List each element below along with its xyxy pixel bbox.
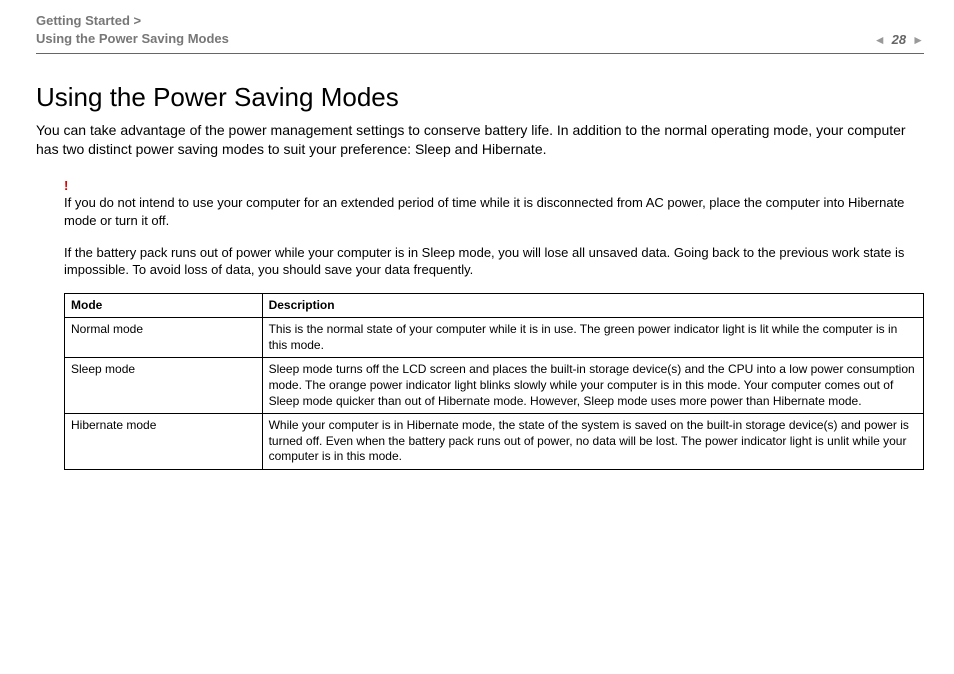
cell-description: Sleep mode turns off the LCD screen and …	[262, 358, 923, 414]
next-page-icon[interactable]: ►	[912, 33, 924, 47]
caution-note: ! If you do not intend to use your compu…	[64, 177, 924, 230]
table-header-row: Mode Description	[65, 293, 924, 318]
breadcrumb: Getting Started > Using the Power Saving…	[36, 12, 229, 47]
cell-mode: Sleep mode	[65, 358, 263, 414]
alert-icon: !	[64, 177, 924, 195]
table-row: Sleep mode Sleep mode turns off the LCD …	[65, 358, 924, 414]
breadcrumb-page: Using the Power Saving Modes	[36, 30, 229, 48]
table-row: Hibernate mode While your computer is in…	[65, 414, 924, 470]
cell-mode: Normal mode	[65, 318, 263, 358]
page-title: Using the Power Saving Modes	[36, 82, 924, 113]
cell-description: This is the normal state of your compute…	[262, 318, 923, 358]
page-header: Getting Started > Using the Power Saving…	[36, 12, 924, 47]
pager: ◄ 28 ►	[874, 32, 924, 47]
caution-text: If you do not intend to use your compute…	[64, 195, 904, 228]
breadcrumb-section: Getting Started >	[36, 12, 229, 30]
secondary-note: If the battery pack runs out of power wh…	[64, 244, 924, 279]
col-header-mode: Mode	[65, 293, 263, 318]
table-row: Normal mode This is the normal state of …	[65, 318, 924, 358]
col-header-description: Description	[262, 293, 923, 318]
page-number: 28	[892, 32, 906, 47]
modes-table: Mode Description Normal mode This is the…	[64, 293, 924, 470]
header-divider	[36, 53, 924, 54]
intro-paragraph: You can take advantage of the power mana…	[36, 121, 924, 159]
prev-page-icon[interactable]: ◄	[874, 33, 886, 47]
cell-mode: Hibernate mode	[65, 414, 263, 470]
cell-description: While your computer is in Hibernate mode…	[262, 414, 923, 470]
